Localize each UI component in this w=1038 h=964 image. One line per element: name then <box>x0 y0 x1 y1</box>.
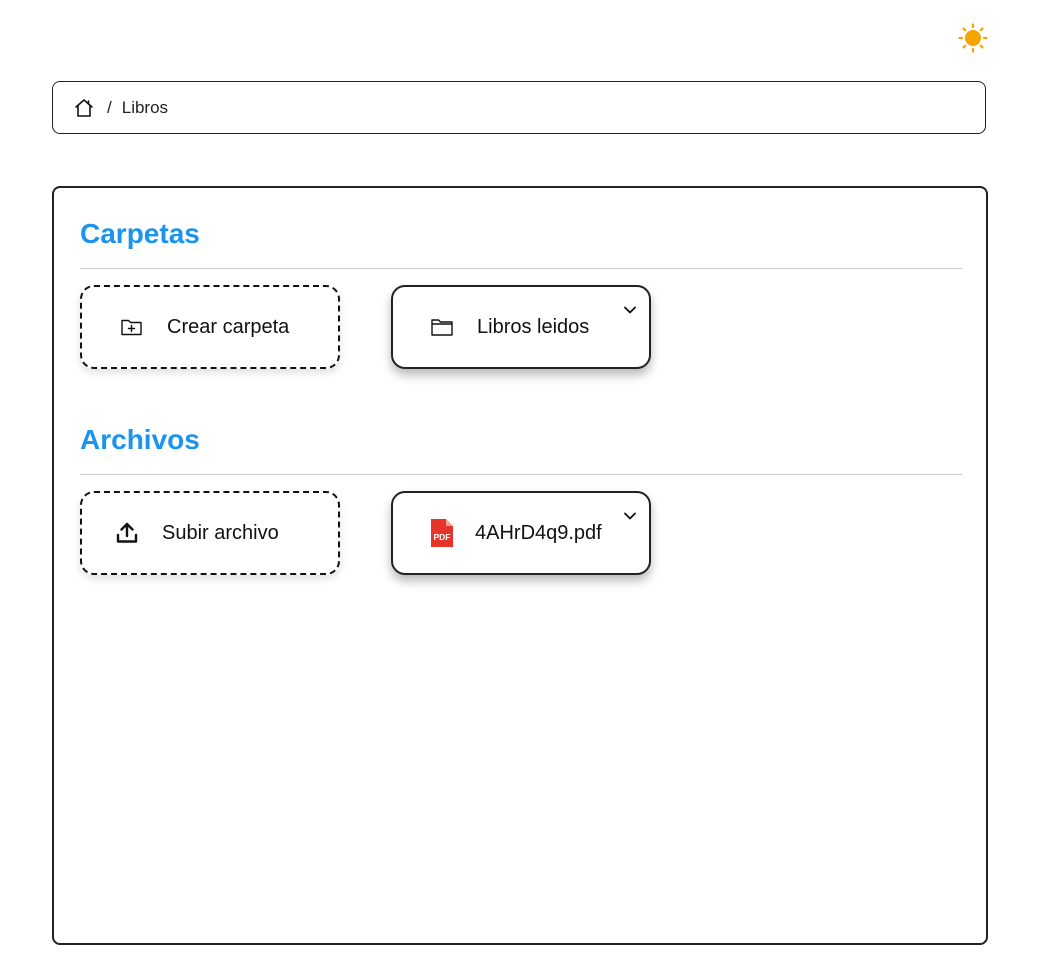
folder-plus-icon <box>117 312 147 342</box>
breadcrumb: / Libros <box>52 81 986 134</box>
create-folder-label: Crear carpeta <box>167 315 290 338</box>
folders-divider <box>80 268 962 269</box>
pdf-badge-text: PDF <box>434 532 451 542</box>
breadcrumb-current[interactable]: Libros <box>122 98 168 118</box>
home-icon <box>75 98 93 117</box>
pdf-file-icon: PDF <box>427 518 457 548</box>
page: / Libros Carpetas Crear carpeta Libros l… <box>0 0 1038 964</box>
upload-file-label: Subir archivo <box>162 521 279 544</box>
folders-section-title: Carpetas <box>80 218 200 249</box>
content-panel: Carpetas Crear carpeta Libros leidos Arc… <box>52 186 988 945</box>
files-section-title: Archivos <box>80 424 200 455</box>
upload-file-button[interactable]: Subir archivo <box>80 491 340 575</box>
folder-icon <box>427 312 457 342</box>
upload-icon <box>112 518 142 548</box>
file-card-pdf[interactable]: PDF 4AHrD4q9.pdf <box>391 491 651 575</box>
folder-name: Libros leidos <box>477 315 590 338</box>
breadcrumb-home-link[interactable] <box>73 98 95 118</box>
file-name: 4AHrD4q9.pdf <box>475 521 602 544</box>
files-divider <box>80 474 962 475</box>
theme-toggle-button[interactable] <box>956 21 990 55</box>
chevron-down-icon[interactable] <box>623 305 637 315</box>
sun-icon <box>958 23 988 53</box>
chevron-down-icon[interactable] <box>623 511 637 521</box>
folder-card-libros-leidos[interactable]: Libros leidos <box>391 285 651 369</box>
breadcrumb-separator: / <box>107 97 112 117</box>
create-folder-button[interactable]: Crear carpeta <box>80 285 340 369</box>
